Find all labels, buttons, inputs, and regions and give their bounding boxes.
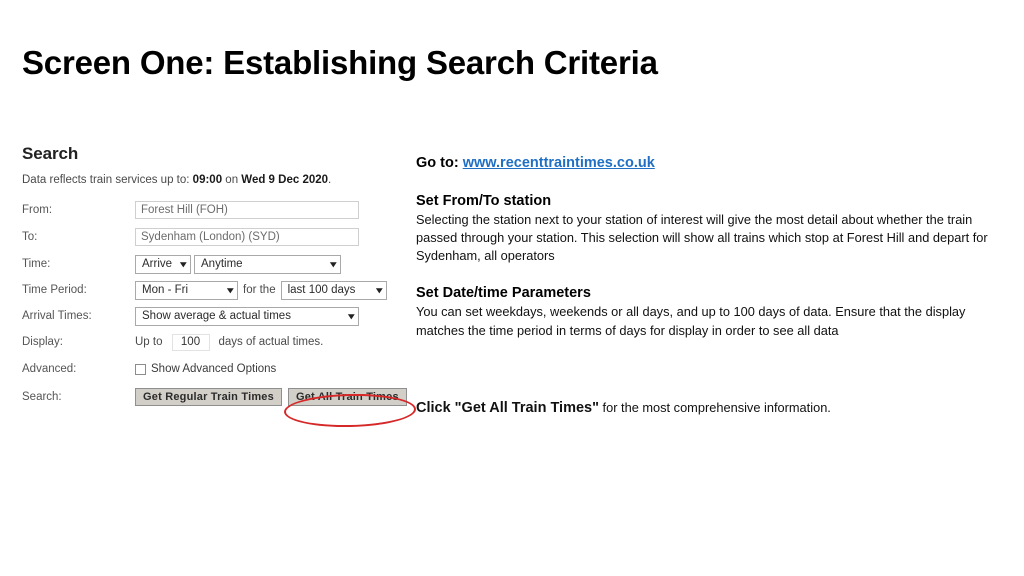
display-days-input[interactable] — [171, 333, 210, 351]
time-label: Time: — [22, 258, 51, 270]
data-note-date: Wed 9 Dec 2020 — [241, 174, 329, 186]
date-range-select[interactable]: last 100 days ▾ — [280, 280, 387, 300]
from-station-input[interactable] — [135, 201, 359, 219]
chevron-down-icon: ▾ — [227, 284, 234, 295]
arrival-times-value: Show average & actual times — [142, 310, 291, 322]
display-control: Up to days of actual times. — [135, 333, 328, 351]
datetime-instruction-heading: Set Date/time Parameters — [416, 285, 591, 302]
advanced-control[interactable]: Show Advanced Options — [135, 363, 276, 375]
goto-line: Go to: www.recenttraintimes.co.uk — [416, 155, 996, 171]
data-note-middle: on — [225, 174, 239, 186]
form-row-display: Display: Up to days of actual times. — [22, 330, 412, 354]
to-control — [135, 228, 359, 246]
search-buttons: Get Regular Train Times Get All Train Ti… — [135, 388, 407, 406]
data-note-suffix: . — [328, 174, 332, 186]
time-period-control: Mon - Fri ▾ for the last 100 days ▾ — [135, 280, 387, 300]
time-when-select[interactable]: Anytime ▾ — [194, 254, 341, 274]
show-advanced-options-checkbox[interactable] — [135, 363, 146, 375]
station-instruction-block: Set From/To station Selecting the statio… — [416, 193, 996, 265]
form-row-advanced: Advanced: Show Advanced Options — [22, 357, 412, 381]
form-row-search: Search: Get Regular Train Times Get All … — [22, 384, 412, 410]
click-instruction-bold: Click "Get All Train Times" — [416, 400, 599, 416]
datetime-instruction-block: Set Date/time Parameters You can set wee… — [416, 285, 996, 339]
get-all-train-times-button[interactable]: Get All Train Times — [287, 388, 407, 406]
data-currency-note: Data reflects train services up to: 09:0… — [22, 174, 412, 186]
data-note-prefix: Data reflects train services up to: — [22, 174, 190, 186]
search-form-panel: Search Data reflects train services up t… — [22, 144, 412, 413]
form-row-to: To: — [22, 225, 412, 249]
time-control: Arrive ▾ Anytime ▾ — [135, 254, 341, 274]
search-label: Search: — [22, 391, 62, 403]
recenttraintimes-link[interactable]: www.recenttraintimes.co.uk — [463, 155, 655, 171]
chevron-down-icon: ▾ — [376, 284, 383, 295]
time-direction-value: Arrive — [142, 258, 173, 270]
date-range-value: last 100 days — [287, 284, 356, 296]
from-label: From: — [22, 204, 53, 216]
data-note-time: 09:00 — [192, 174, 223, 186]
chevron-down-icon: ▾ — [180, 258, 187, 269]
search-heading: Search — [22, 144, 79, 163]
display-prefix: Up to — [135, 336, 163, 348]
from-control — [135, 201, 359, 219]
instructions-column: Go to: www.recenttraintimes.co.uk Set Fr… — [416, 155, 996, 353]
station-instruction-heading: Set From/To station — [416, 193, 552, 209]
arrival-times-select[interactable]: Show average & actual times ▾ — [135, 306, 359, 326]
time-direction-select[interactable]: Arrive ▾ — [135, 254, 191, 274]
display-suffix: days of actual times. — [218, 336, 324, 348]
form-row-from: From: — [22, 198, 412, 222]
datetime-instruction-body: You can set weekdays, weekends or all da… — [416, 304, 966, 338]
chevron-down-icon: ▾ — [330, 258, 337, 269]
weekday-range-select[interactable]: Mon - Fri ▾ — [135, 280, 238, 300]
to-station-input[interactable] — [135, 228, 359, 246]
chevron-down-icon: ▾ — [348, 310, 355, 321]
page-title: Screen One: Establishing Search Criteria — [22, 44, 658, 81]
form-row-arrival-times: Arrival Times: Show average & actual tim… — [22, 304, 412, 328]
time-when-value: Anytime — [201, 258, 243, 270]
goto-prefix: Go to: — [416, 155, 459, 171]
slide-canvas: { "slide": { "title": "Screen One: Estab… — [0, 0, 1024, 576]
arrival-times-label: Arrival Times: — [22, 310, 92, 322]
show-advanced-options-label: Show Advanced Options — [151, 363, 277, 375]
station-instruction-body: Selecting the station next to your stati… — [416, 212, 988, 264]
form-row-time: Time: Arrive ▾ Anytime ▾ — [22, 252, 412, 276]
click-instruction-rest: for the most comprehensive information. — [602, 400, 831, 415]
time-period-label: Time Period: — [22, 284, 87, 296]
display-label: Display: — [22, 336, 63, 348]
time-period-connector: for the — [243, 284, 276, 296]
weekday-range-value: Mon - Fri — [142, 284, 188, 296]
get-regular-train-times-button[interactable]: Get Regular Train Times — [135, 388, 282, 406]
form-row-time-period: Time Period: Mon - Fri ▾ for the last 10… — [22, 278, 412, 302]
to-label: To: — [22, 231, 38, 243]
advanced-label: Advanced: — [22, 363, 77, 375]
arrival-times-control: Show average & actual times ▾ — [135, 306, 359, 326]
click-instruction-line: Click "Get All Train Times" for the most… — [416, 400, 1006, 416]
